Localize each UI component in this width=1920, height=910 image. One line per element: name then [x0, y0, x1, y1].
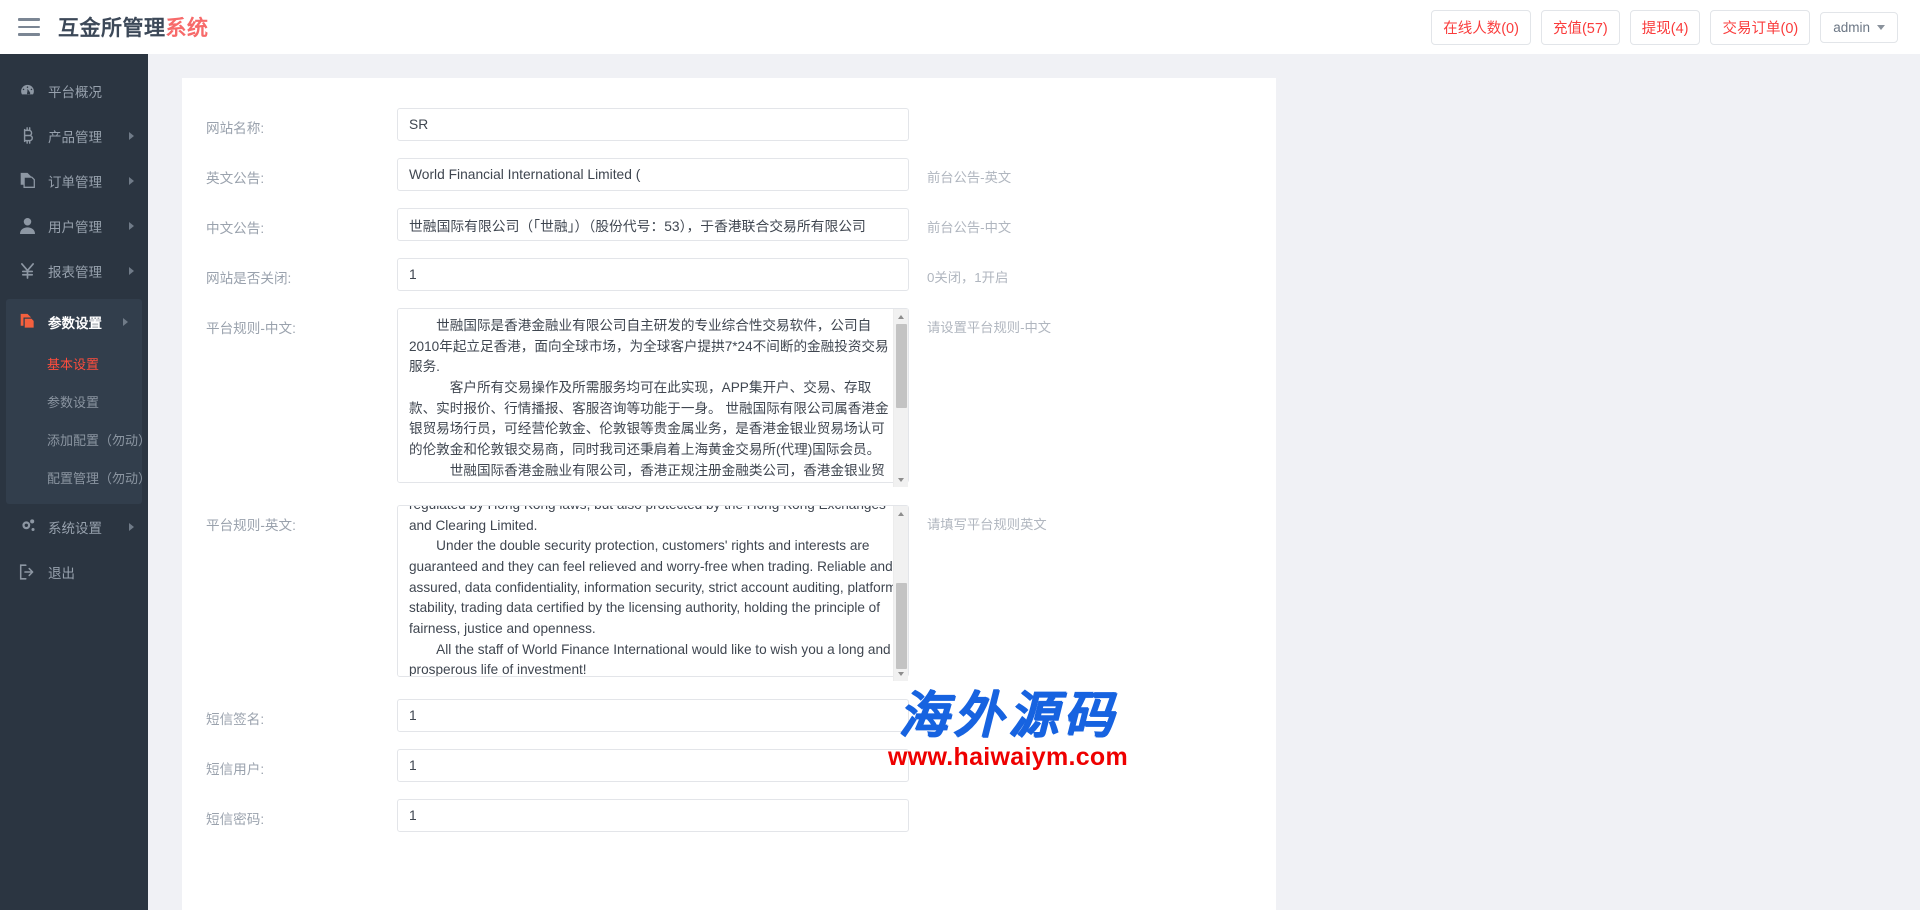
- sidebar-item-label: 平台概况: [48, 81, 102, 101]
- top-bar: 互金所管理系统 在线人数(0) 充值(57) 提现(4) 交易订单(0) adm…: [0, 0, 1920, 54]
- main-content: 网站名称: 英文公告: 前台公告-英文 中文公告: 前台: [148, 54, 1920, 910]
- form-row-rule-cn: 平台规则-中文: 世融国际是香港金融业有限公司自主研发的专业综合性交易软件，公司…: [182, 308, 1276, 488]
- chevron-right-icon: [123, 318, 128, 326]
- rule-cn-wrapper: 世融国际是香港金融业有限公司自主研发的专业综合性交易软件，公司自2010年起立足…: [397, 308, 909, 488]
- hamburger-icon[interactable]: [18, 18, 40, 36]
- hint-cn-notice: 前台公告-中文: [909, 208, 1011, 236]
- chevron-right-icon: [129, 222, 134, 230]
- chevron-right-icon: [129, 177, 134, 185]
- brand-main: 互金所管理: [58, 17, 166, 40]
- topbar-actions: 在线人数(0) 充值(57) 提现(4) 交易订单(0) admin: [1431, 10, 1898, 45]
- sidebar-item-label: 产品管理: [48, 126, 102, 146]
- sidebar-submenu-params: 基本设置 参数设置 添加配置（勿动） 配置管理（勿动）: [6, 344, 142, 504]
- trade-orders-button[interactable]: 交易订单(0): [1710, 10, 1810, 45]
- online-users-button[interactable]: 在线人数(0): [1431, 10, 1531, 45]
- label-cn-notice: 中文公告:: [182, 208, 397, 237]
- sidebar-subitem-add-config[interactable]: 添加配置（勿动）: [6, 420, 142, 458]
- form-row-rule-en: 平台规则-英文: regulated by Hong Kong laws, bu…: [182, 505, 1276, 682]
- file-red-icon: [18, 313, 37, 330]
- withdraw-button[interactable]: 提现(4): [1630, 10, 1701, 45]
- sms-pass-input[interactable]: [397, 799, 909, 832]
- user-icon: [18, 217, 37, 234]
- sms-sign-input[interactable]: [397, 699, 909, 732]
- hint-site-closed: 0关闭，1开启: [909, 258, 1008, 286]
- dashboard-icon: [18, 82, 37, 99]
- chevron-down-icon: [1877, 25, 1885, 30]
- copy-files-icon: [18, 172, 37, 189]
- form-row-sms-user: 短信用户:: [182, 749, 1276, 782]
- cn-notice-input[interactable]: [397, 208, 909, 241]
- sidebar-item-order[interactable]: 订单管理: [0, 158, 148, 203]
- label-sms-user: 短信用户:: [182, 749, 397, 778]
- hint-site-name: [909, 108, 927, 117]
- yen-icon: [18, 262, 37, 279]
- bitcoin-icon: [18, 127, 37, 144]
- body-wrapper: 平台概况 产品管理 订单管理 用户管理: [0, 54, 1920, 910]
- label-rule-en: 平台规则-英文:: [182, 505, 397, 534]
- sidebar-item-label: 用户管理: [48, 216, 102, 236]
- hint-en-notice: 前台公告-英文: [909, 158, 1011, 186]
- rule-cn-textarea[interactable]: 世融国际是香港金融业有限公司自主研发的专业综合性交易软件，公司自2010年起立足…: [397, 308, 909, 483]
- label-site-closed: 网站是否关闭:: [182, 258, 397, 287]
- form-row-en-notice: 英文公告: 前台公告-英文: [182, 158, 1276, 191]
- sidebar-item-label: 参数设置: [48, 312, 102, 332]
- sidebar-subitem-param-settings[interactable]: 参数设置: [6, 382, 142, 420]
- settings-card: 网站名称: 英文公告: 前台公告-英文 中文公告: 前台: [182, 78, 1276, 910]
- sidebar-item-label: 报表管理: [48, 261, 102, 281]
- sidebar: 平台概况 产品管理 订单管理 用户管理: [0, 54, 148, 910]
- sidebar-item-product[interactable]: 产品管理: [0, 113, 148, 158]
- sms-user-input[interactable]: [397, 749, 909, 782]
- brand-accent: 系统: [166, 17, 209, 40]
- page-title: 互金所管理系统: [58, 12, 209, 42]
- gears-icon: [18, 518, 37, 535]
- en-notice-input[interactable]: [397, 158, 909, 191]
- site-closed-input[interactable]: [397, 258, 909, 291]
- sidebar-item-logout[interactable]: 退出: [0, 549, 148, 594]
- sidebar-group-params: 参数设置 基本设置 参数设置 添加配置（勿动） 配置管理（勿动）: [6, 299, 142, 504]
- chevron-right-icon: [129, 523, 134, 531]
- label-site-name: 网站名称:: [182, 108, 397, 137]
- sidebar-item-system[interactable]: 系统设置: [0, 504, 148, 549]
- label-sms-sign: 短信签名:: [182, 699, 397, 728]
- sidebar-item-report[interactable]: 报表管理: [0, 248, 148, 293]
- form-row-site-name: 网站名称:: [182, 108, 1276, 141]
- label-sms-pass: 短信密码:: [182, 799, 397, 828]
- sidebar-item-label: 退出: [48, 562, 75, 582]
- form-row-cn-notice: 中文公告: 前台公告-中文: [182, 208, 1276, 241]
- logout-icon: [18, 564, 37, 580]
- site-name-input[interactable]: [397, 108, 909, 141]
- chevron-right-icon: [129, 267, 134, 275]
- sidebar-item-label: 系统设置: [48, 517, 102, 537]
- recharge-button[interactable]: 充值(57): [1541, 10, 1620, 45]
- sidebar-subitem-config-manage[interactable]: 配置管理（勿动）: [6, 458, 142, 496]
- label-en-notice: 英文公告:: [182, 158, 397, 187]
- sidebar-item-params[interactable]: 参数设置: [6, 299, 142, 344]
- user-menu[interactable]: admin: [1820, 12, 1898, 43]
- form-row-sms-sign: 短信签名:: [182, 699, 1276, 732]
- sidebar-item-user[interactable]: 用户管理: [0, 203, 148, 248]
- hint-sms-sign: [909, 699, 927, 708]
- sidebar-item-dashboard[interactable]: 平台概况: [0, 68, 148, 113]
- form-row-site-closed: 网站是否关闭: 0关闭，1开启: [182, 258, 1276, 291]
- label-rule-cn: 平台规则-中文:: [182, 308, 397, 337]
- chevron-right-icon: [129, 132, 134, 140]
- hint-sms-user: [909, 749, 927, 758]
- user-name: admin: [1833, 20, 1870, 35]
- rule-en-textarea[interactable]: regulated by Hong Kong laws, but also pr…: [397, 505, 909, 677]
- sidebar-item-label: 订单管理: [48, 171, 102, 191]
- hint-rule-en: 请填写平台规则英文: [909, 505, 1047, 533]
- form-row-sms-pass: 短信密码:: [182, 799, 1276, 832]
- hint-sms-pass: [909, 799, 927, 808]
- hint-rule-cn: 请设置平台规则-中文: [909, 308, 1051, 336]
- rule-en-wrapper: regulated by Hong Kong laws, but also pr…: [397, 505, 909, 682]
- sidebar-subitem-basic-settings[interactable]: 基本设置: [6, 344, 142, 382]
